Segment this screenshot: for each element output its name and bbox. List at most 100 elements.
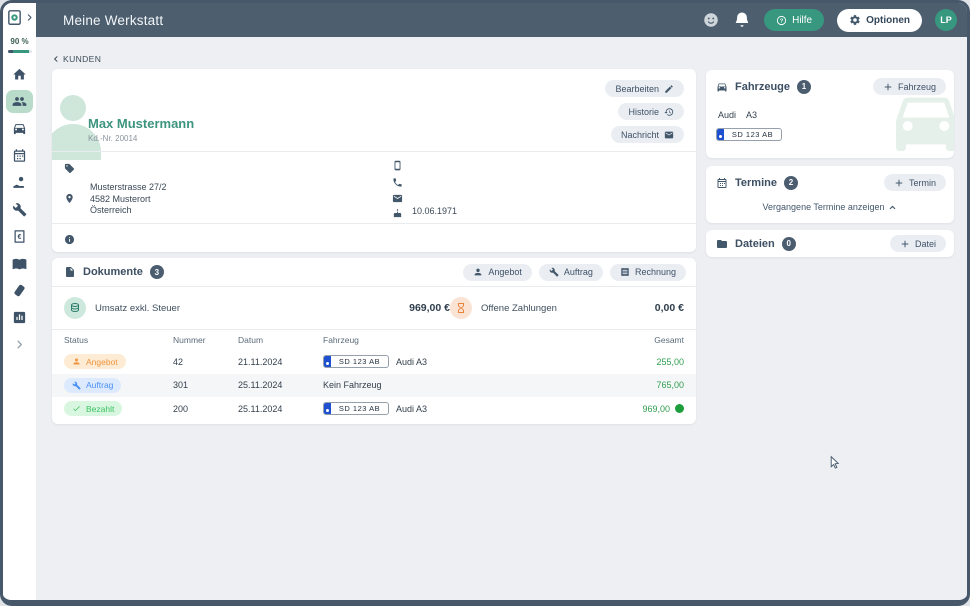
sidebar-more-icon[interactable] [14,337,25,355]
revenue-label: Umsatz exkl. Steuer [95,303,180,314]
breadcrumb[interactable]: KUNDEN [52,54,101,64]
sidebar-item-vehicles[interactable] [6,117,33,140]
document-total: 255,00 [656,357,684,367]
sidebar-item-cleaning[interactable] [6,279,33,302]
status-label: Auftrag [86,380,113,390]
person-icon [473,267,483,277]
customer-number: Kd.-Nr. 20014 [88,134,137,143]
person-icon [72,357,81,366]
status-label: Bezahlt [86,404,114,414]
message-button-label: Nachricht [621,130,659,140]
user-avatar[interactable]: LP [935,9,957,31]
plus-icon [894,178,904,188]
pencil-icon [664,84,674,94]
sidebar-item-customers[interactable] [6,90,33,113]
plus-icon [900,239,910,249]
status-badge: Auftrag [64,378,121,393]
column-header-date: Datum [238,335,323,345]
documents-count-badge: 3 [150,265,164,279]
sidebar-nav [6,61,33,331]
document-date: 21.11.2024 [238,357,323,367]
create-offer-button[interactable]: Angebot [463,264,532,281]
gear-icon [849,14,861,26]
feedback-smiley-icon[interactable] [702,11,720,29]
table-row[interactable]: Angebot 42 21.11.2024 SD 123 AB Audi A3 … [52,350,696,374]
status-label: Angebot [86,357,118,367]
calendar-icon [716,177,728,189]
table-header-row: Status Nummer Datum Fahrzeug Gesamt [52,330,696,350]
document-total: 969,00 [642,404,670,414]
document-create-buttons: Angebot Auftrag Rechnung [463,264,686,281]
sidebar-item-service[interactable] [6,171,33,194]
sidebar-item-catalog[interactable] [6,252,33,275]
vehicles-card: Fahrzeuge 1 Fahrzeug Audi A3 SD 123 AB [706,70,954,158]
caret-up-icon [888,203,897,212]
status-badge: Bezahlt [64,401,122,416]
app-logo-icon [6,9,23,26]
sidebar-item-home[interactable] [6,63,33,86]
app-title: Meine Werkstatt [63,13,163,28]
vehicle-name: Kein Fahrzeug [323,380,382,390]
help-button[interactable]: Hilfe [764,9,824,31]
message-button[interactable]: Nachricht [611,126,684,143]
info-icon[interactable] [64,232,75,250]
customer-name: Max Mustermann [88,116,194,131]
add-file-label: Datei [915,239,936,249]
history-button[interactable]: Historie [618,103,684,120]
add-appointment-button[interactable]: Termin [884,174,946,191]
customer-card: Max Mustermann Kd.-Nr. 20014 Bearbeiten … [52,69,696,252]
past-appointments-link[interactable]: Vergangene Termine anzeigen [706,202,954,212]
sidebar-item-calendar[interactable] [6,144,33,167]
license-plate: SD 123 AB [323,402,389,415]
hourglass-icon [450,297,472,319]
plate-eu-strip [717,129,724,140]
chevron-left-icon [52,55,60,63]
notifications-bell-icon[interactable] [733,11,751,29]
car-icon [716,81,728,93]
car-watermark-icon [886,81,954,158]
customer-avatar [60,95,86,121]
sidebar-item-repairs[interactable] [6,198,33,221]
license-plate: SD 123 AB [323,355,389,368]
history-button-label: Historie [628,107,659,117]
create-invoice-button[interactable]: Rechnung [610,264,686,281]
files-card: Dateien 0 Datei [706,230,954,257]
vehicle-name: Audi A3 [396,357,427,367]
customer-birthdate: 10.06.1971 [412,206,457,216]
revenue-summary: Umsatz exkl. Steuer 969,00 € [52,297,450,319]
plate-eu-strip [324,403,331,414]
revenue-value: 969,00 € [409,302,450,314]
usage-percentage: 90 % [10,37,28,46]
table-row[interactable]: Bezahlt 200 25.11.2024 SD 123 AB Audi A3… [52,397,696,421]
create-order-button[interactable]: Auftrag [539,264,603,281]
document-date: 25.11.2024 [238,380,323,390]
table-row[interactable]: Auftrag 301 25.11.2024 Kein Fahrzeug 765… [52,374,696,398]
add-file-button[interactable]: Datei [890,235,946,252]
main-content: KUNDEN Max Mustermann Kd.-Nr. 20014 Bear… [36,37,967,600]
receipt-icon [620,267,630,277]
sidebar: 90 % [3,3,36,600]
add-appointment-label: Termin [909,178,936,188]
vehicle-plate-wrap[interactable]: SD 123 AB [716,125,782,143]
options-button[interactable]: Optionen [837,9,922,32]
files-count-badge: 0 [782,237,796,251]
files-header: Dateien 0 Datei [706,230,954,252]
edit-button-label: Bearbeiten [615,84,659,94]
address-line-2: 4582 Musterort [90,194,167,206]
mouse-cursor-icon [828,455,842,474]
create-offer-label: Angebot [488,267,522,277]
vehicles-count-badge: 1 [797,80,811,94]
sidebar-expand-icon[interactable] [25,13,34,22]
topbar: Meine Werkstatt Hilfe Optionen LP [36,3,967,37]
divider [52,151,696,152]
wrench-icon [549,267,559,277]
options-button-label: Optionen [866,15,910,26]
open-payments-label: Offene Zahlungen [481,303,557,314]
documents-table: Status Nummer Datum Fahrzeug Gesamt Ange… [52,330,696,421]
license-plate: SD 123 AB [716,128,782,141]
edit-button[interactable]: Bearbeiten [605,80,684,97]
sidebar-item-invoices[interactable] [6,225,33,248]
plate-eu-strip [324,356,331,367]
sidebar-item-statistics[interactable] [6,306,33,329]
location-pin-icon [64,191,75,209]
